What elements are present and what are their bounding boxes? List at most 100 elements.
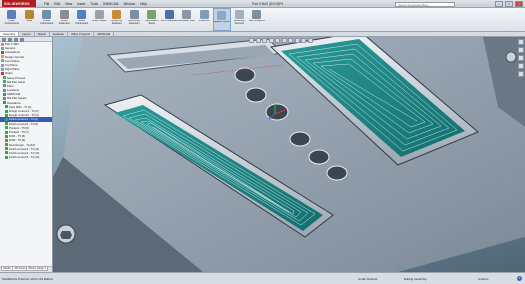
drill-hole-6: [326, 165, 348, 181]
resources-icon[interactable]: [518, 39, 524, 45]
tab-layout[interactable]: Layout: [19, 32, 35, 36]
appearances-icon[interactable]: [518, 71, 524, 77]
menu-insert[interactable]: Insert: [77, 2, 85, 6]
snapshot-icon: [252, 10, 262, 19]
help-icon[interactable]: ?: [517, 276, 522, 281]
previous-view-icon[interactable]: [262, 38, 267, 43]
solidworks-logo[interactable]: SOLIDWORKS: [2, 0, 36, 7]
drill-hole-4: [289, 131, 311, 147]
tab-evaluate[interactable]: Evaluate: [50, 32, 68, 36]
setup-icon: [3, 97, 6, 101]
tab-assembly[interactable]: Assembly: [0, 32, 20, 36]
configuration-manager-tab-icon[interactable]: [14, 37, 18, 42]
op-icon: [5, 130, 8, 134]
file-explorer-icon[interactable]: [518, 55, 524, 61]
command-new-motion-study-button[interactable]: New Motion Study: [143, 8, 161, 31]
op-icon: [5, 143, 8, 147]
command-insert-components-button[interactable]: Insert Components: [3, 8, 21, 31]
plane-icon: [1, 67, 4, 71]
menu-edit[interactable]: Edit: [54, 2, 60, 6]
command-label: Linear Component: [40, 20, 54, 25]
command-bill-of-materials-button[interactable]: Bill of Materials: [161, 8, 179, 31]
mate-icon: [24, 10, 34, 19]
menu-file[interactable]: File: [44, 2, 49, 6]
tree-item[interactable]: Finish contour5 - T4 [13]: [0, 155, 52, 159]
plane-icon: [1, 59, 4, 63]
status-bar: SolidWorks Premium 2013 x64 Edition Unde…: [0, 272, 525, 284]
graphics-viewport[interactable]: [53, 37, 525, 272]
status-product: SolidWorks Premium 2013 x64 Edition: [2, 277, 54, 281]
command-label: Take Snapshot: [248, 20, 266, 22]
property-manager-tab-icon[interactable]: [8, 37, 12, 42]
menu-view[interactable]: View: [65, 2, 72, 6]
command-label: Bill of Materials: [160, 20, 178, 22]
command-update-cycles-button[interactable]: Update Cycles: [213, 8, 231, 31]
section-view-icon[interactable]: [268, 38, 274, 43]
tab-swmcam[interactable]: SWMCAM: [94, 32, 115, 36]
update-icon: [217, 11, 227, 20]
hide-show-items-icon[interactable]: [288, 38, 293, 43]
tree-item-label: Finish contour5 - T4 [13]: [9, 155, 40, 160]
menu-swmcam[interactable]: SWMCAM: [103, 2, 118, 6]
command-label: Instant3D: [198, 20, 210, 22]
zoom-to-fit-icon[interactable]: [249, 38, 254, 43]
reference-geometry-icon: [129, 10, 139, 19]
smart-fasteners-icon: [59, 10, 69, 19]
minimize-button[interactable]: –: [495, 1, 503, 7]
command-smart-fasteners-button[interactable]: Smart Fasteners: [56, 8, 74, 31]
toolpath-model-view: [53, 37, 525, 272]
parts-icon: [3, 84, 6, 88]
op-icon: [5, 155, 8, 159]
command-show-hidden-button[interactable]: Show Hidden: [91, 8, 109, 31]
units-selector[interactable]: Custom: [478, 277, 488, 281]
command-reference-geometry-button[interactable]: Reference Geometry: [126, 8, 144, 31]
op-icon: [5, 113, 8, 117]
tab-office-products[interactable]: Office Products: [68, 32, 95, 36]
drill-icon: [5, 138, 8, 142]
close-button[interactable]: ×: [515, 1, 523, 7]
menu-help[interactable]: Help: [140, 2, 147, 6]
cap-screw-hex-socket: [60, 231, 72, 239]
command-assembly-sensors-button[interactable]: Assembly Sensors: [231, 8, 249, 31]
command-take-snapshot-button[interactable]: Take Snapshot: [248, 8, 266, 31]
tab-motion-study[interactable]: Motion Study 1: [26, 265, 49, 271]
zoom-area-icon[interactable]: [255, 38, 261, 43]
ops-icon: [3, 101, 6, 105]
command-linear-component-button[interactable]: Linear Component: [38, 8, 56, 31]
op-icon: [5, 109, 8, 113]
display-style-icon[interactable]: [281, 38, 287, 43]
command-move-component-button[interactable]: Move Component: [73, 8, 91, 31]
drill-hole-2: [245, 87, 267, 103]
command-assembly-features-button[interactable]: Assembly Features: [108, 8, 126, 31]
apply-scene-icon[interactable]: [301, 38, 306, 43]
linear-pattern-icon: [42, 10, 52, 19]
command-label: Exploded View: [178, 20, 196, 22]
command-mate-button[interactable]: Mate: [21, 8, 39, 31]
status-definition: Under Defined: [358, 277, 378, 281]
cam-icon: [3, 92, 6, 96]
show-hidden-icon: [94, 10, 104, 19]
design-library-icon[interactable]: [518, 47, 524, 53]
instant3d-icon: [199, 10, 209, 19]
edit-appearance-icon[interactable]: [294, 38, 300, 43]
feature-manager-tab-icon[interactable]: [2, 37, 6, 42]
cam-tree-tab-icon[interactable]: [20, 37, 24, 42]
exploded-view-icon: [182, 10, 192, 19]
search-input[interactable]: Search Knowledge Base: [395, 1, 455, 7]
command-label: Mate: [26, 20, 33, 22]
mill-icon: [3, 80, 6, 84]
bom-icon: [164, 10, 174, 19]
view-orientation-icon[interactable]: [275, 38, 280, 43]
menu-tools[interactable]: Tools: [90, 2, 98, 6]
command-label: Show Hidden: [91, 20, 107, 22]
tab-sketch[interactable]: Sketch: [35, 32, 51, 36]
menu-window[interactable]: Window: [123, 2, 135, 6]
op-icon: [5, 147, 8, 151]
window-controls: – □ ×: [495, 1, 523, 7]
command-exploded-view-button[interactable]: Exploded View: [178, 8, 196, 31]
command-instant3d-button[interactable]: Instant3D: [196, 8, 214, 31]
maximize-button[interactable]: □: [505, 1, 513, 7]
title-bar: SOLIDWORKS File Edit View Insert Tools SWMCAM…: [0, 0, 525, 8]
view-palette-icon[interactable]: [518, 63, 524, 69]
view-settings-icon[interactable]: [307, 38, 313, 43]
